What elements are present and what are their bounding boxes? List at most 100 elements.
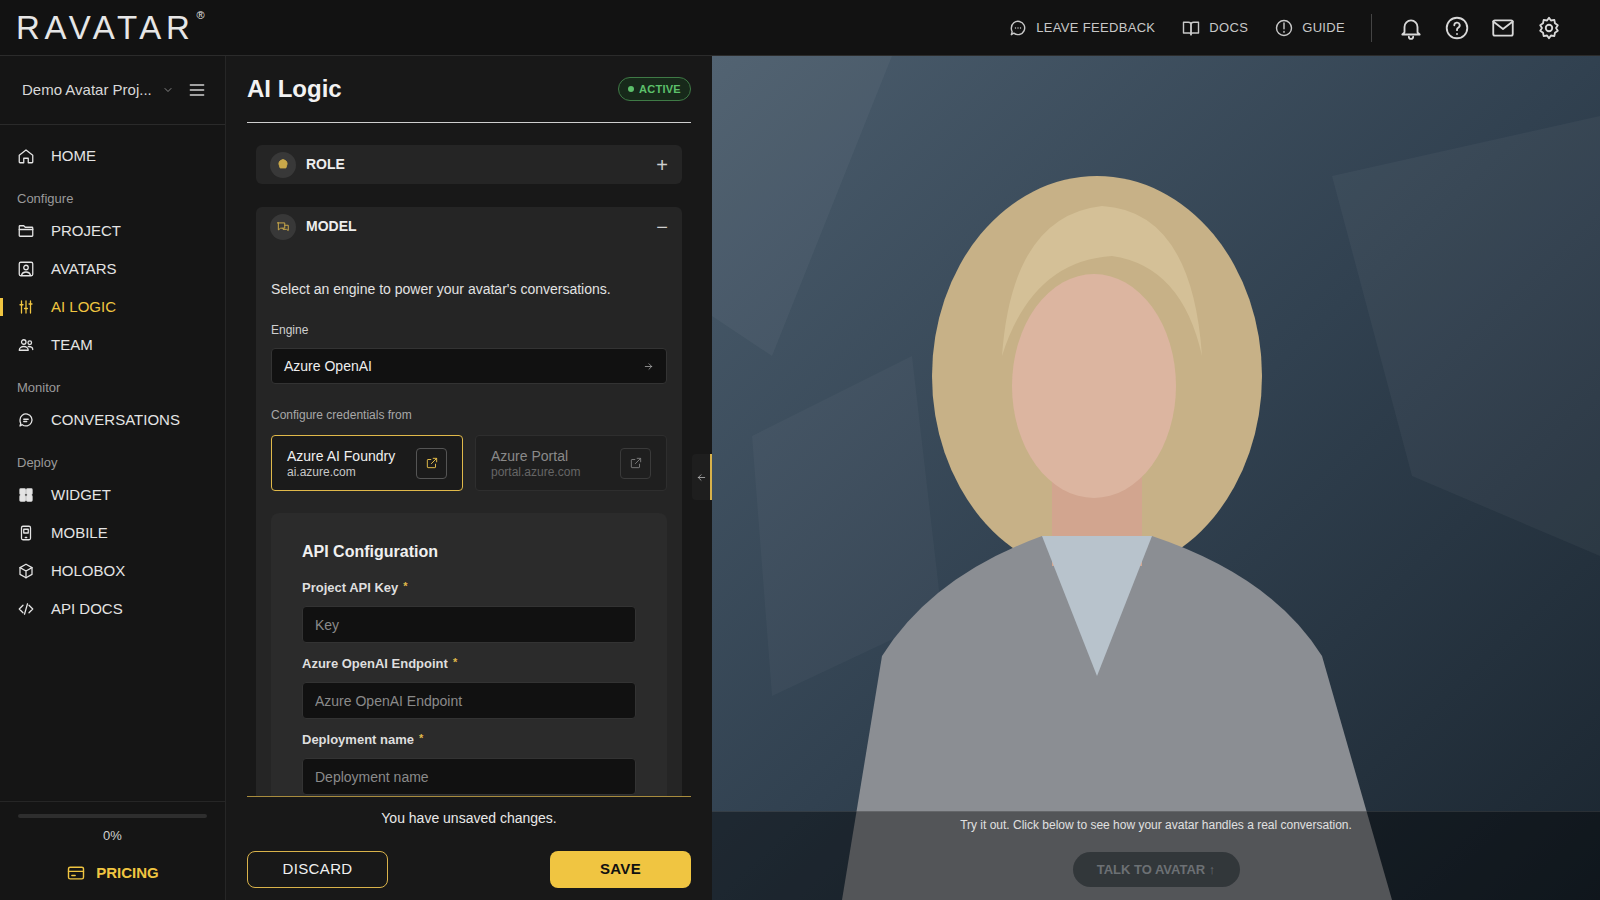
top-link-label[interactable]: DOCS [1209,18,1248,38]
sidebar-item-label[interactable]: WIDGET [51,484,111,507]
top-link[interactable]: LEAVE FEEDBACK [1008,18,1155,38]
sidebar-item-label[interactable]: HOLOBOX [51,560,125,583]
arrow-left-icon [696,472,707,483]
nav-heading: Monitor [0,364,225,401]
sidebar-item-label[interactable]: PROJECT [51,220,121,243]
top-icons [1398,15,1562,41]
open-link-button[interactable] [620,448,651,479]
section-icon-wrap [270,152,296,178]
chat-icon [17,411,35,429]
sidebar-item[interactable]: AVATARS [0,250,225,288]
text-input[interactable] [302,606,636,643]
sidebar-footer: 0% PRICING [0,801,225,900]
sidebar-item-label[interactable]: HOME [51,145,96,168]
code-icon [17,600,35,618]
mail-button[interactable] [1490,15,1516,41]
section-title[interactable]: ROLE [306,154,345,175]
arrow-right-icon [643,361,654,372]
section-title[interactable]: MODEL [306,216,357,237]
sidebar-item[interactable]: TEAM [0,326,225,364]
toggle-icon[interactable]: − [656,217,668,237]
mail-icon [1490,15,1516,41]
project-selector[interactable]: Demo Avatar Proj... [0,56,225,125]
toggle-icon[interactable]: + [656,155,668,175]
sidebar-item-label[interactable]: AI LOGIC [51,296,116,319]
role-icon [276,158,290,172]
sidebar-item[interactable]: API DOCS [0,590,225,628]
sidebar-item[interactable]: HOME [0,137,225,175]
pricing-link[interactable]: PRICING [66,862,159,885]
source-title[interactable]: Azure AI Foundry [287,447,395,465]
top-link-label[interactable]: GUIDE [1302,18,1345,38]
open-link-button[interactable] [416,448,447,479]
button-label[interactable]: SAVE [600,858,641,881]
panel-scroll: ROLE+MODEL−Select an engine to power you… [226,123,712,796]
gear-button[interactable] [1536,15,1562,41]
project-name[interactable]: Demo Avatar Proj... [22,79,152,102]
bell-button[interactable] [1398,15,1424,41]
panel-footer: You have unsaved changes.DISCARDSAVE [247,796,691,900]
save-button[interactable]: SAVE [550,851,691,888]
bell-icon [1398,15,1424,41]
talk-button-label[interactable]: TALK TO AVATAR ↑ [1097,860,1216,880]
text-input[interactable] [302,758,636,795]
logo-text[interactable]: RAVATAR [16,8,194,48]
nav-icon-wrap [17,562,35,580]
project-picker[interactable]: Demo Avatar Proj... [22,79,174,102]
sidebar-item[interactable]: WIDGET [0,476,225,514]
text-input[interactable] [302,682,636,719]
help-button[interactable] [1444,15,1470,41]
sidebar-item[interactable]: HOLOBOX [0,552,225,590]
progress-reading: 0% [103,828,122,844]
status-badge: ACTIVE [618,77,691,102]
field-label-text: Project API Key [302,580,398,596]
discard-button[interactable]: DISCARD [247,851,388,888]
sidebar-item-label[interactable]: CONVERSATIONS [51,409,180,432]
source-option[interactable]: Azure AI Foundryai.azure.com [271,435,463,491]
credentials-label: Configure credentials from [271,407,667,423]
main: Demo Avatar Proj... HOME Configure PROJECT A… [0,56,1600,900]
sidebar-item-label[interactable]: MOBILE [51,522,108,545]
top-bar: RAVATAR® LEAVE FEEDBACK DOCS GUIDE [0,0,1600,56]
top-right: LEAVE FEEDBACK DOCS GUIDE [1008,14,1562,42]
avatar-preview: Try it out. Click below to see how your … [712,56,1600,900]
accordion-header[interactable]: MODEL − [256,207,682,246]
nav-heading: Configure [0,175,225,212]
field-label-text: Deployment name [302,732,414,748]
button-label[interactable]: DISCARD [282,858,352,881]
sidebar-item[interactable]: MOBILE [0,514,225,552]
top-link[interactable]: DOCS [1181,18,1248,38]
sidebar-item-label[interactable]: API DOCS [51,598,123,621]
sidebar-item[interactable]: CONVERSATIONS [0,401,225,439]
accordion-section: ROLE + [256,145,682,184]
engine-value[interactable]: Azure OpenAI [284,356,372,377]
nav-icon-wrap [17,147,35,165]
collapse-handle[interactable] [692,454,712,500]
sidebar-item-label[interactable]: TEAM [51,334,93,357]
accordion-header[interactable]: ROLE + [256,145,682,184]
panel-header: AI LogicACTIVE [247,56,691,123]
section-icon-wrap [270,214,296,240]
status-dot [628,86,634,92]
avatar-icon [17,260,35,278]
top-link[interactable]: GUIDE [1274,18,1345,38]
sidebar-item-label[interactable]: AVATARS [51,258,117,281]
top-link-label[interactable]: LEAVE FEEDBACK [1036,18,1155,38]
compass-icon [1274,18,1294,38]
pricing-label[interactable]: PRICING [96,862,159,885]
sidebar-item[interactable]: AI LOGIC [0,288,225,326]
nav-icon-wrap [17,260,35,278]
source-option[interactable]: Azure Portalportal.azure.com [475,435,667,491]
talk-to-avatar-button[interactable]: TALK TO AVATAR ↑ [1073,852,1240,887]
registered-mark: ® [196,8,204,22]
ai-logic-panel: AI LogicACTIVEROLE+MODEL−Select an engin… [226,56,712,900]
progress-track [18,814,207,818]
engine-select[interactable]: Azure OpenAI [271,348,667,384]
sliders-icon [17,298,35,316]
logo[interactable]: RAVATAR® [16,8,205,48]
source-title[interactable]: Azure Portal [491,447,580,465]
active-marker [0,524,3,542]
sidebar-item[interactable]: PROJECT [0,212,225,250]
engine-label: Engine [271,322,667,338]
sidebar: Demo Avatar Proj... HOME Configure PROJECT A… [0,56,226,900]
